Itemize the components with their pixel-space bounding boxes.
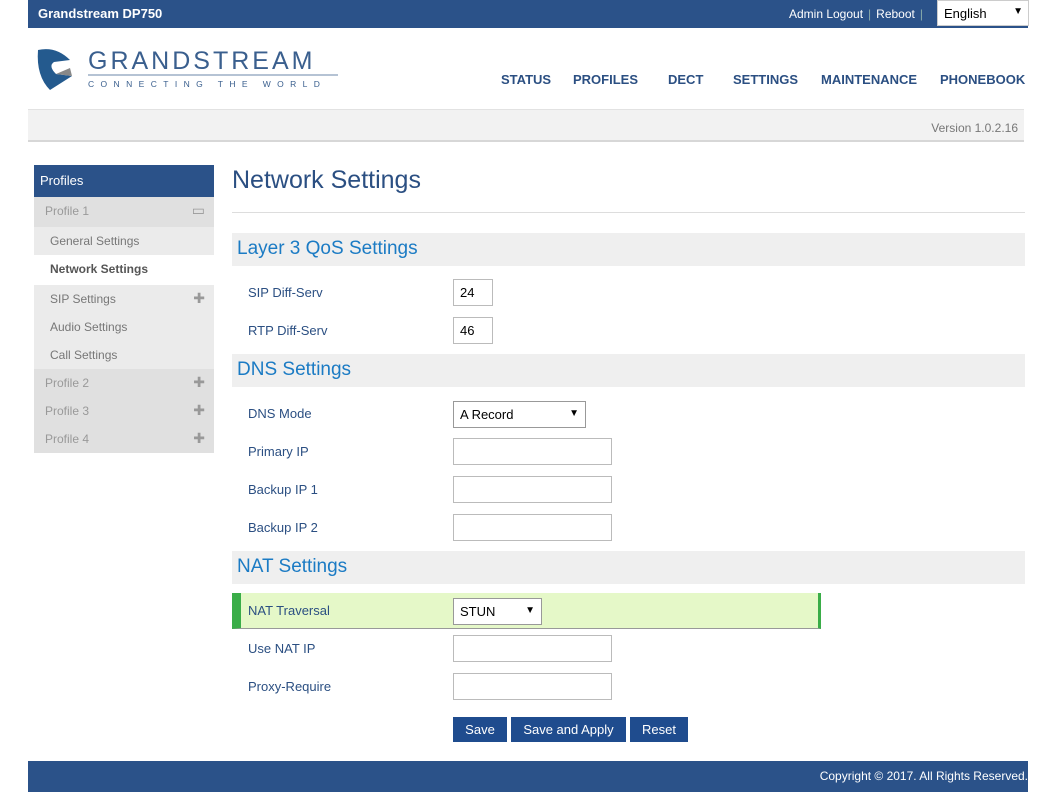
nav-profiles[interactable]: PROFILES	[573, 72, 638, 87]
proxy-require-input[interactable]	[453, 673, 612, 700]
nav-phonebook[interactable]: PHONEBOOK	[940, 72, 1025, 87]
footer: Copyright © 2017. All Rights Reserved.	[28, 761, 1028, 792]
profile-2-label: Profile 2	[45, 376, 90, 390]
nat-traversal-label: NAT Traversal	[248, 603, 330, 618]
nat-traversal-value: STUN	[460, 604, 496, 619]
reboot-link[interactable]: Reboot	[876, 7, 915, 21]
use-nat-ip-input[interactable]	[453, 635, 612, 662]
sidebar-profile-1[interactable]: Profile 1 ▭	[34, 197, 214, 227]
sidebar-item-general-settings[interactable]: General Settings	[34, 227, 214, 255]
page-title: Network Settings	[232, 166, 421, 194]
sidebar-item-network-settings[interactable]: Network Settings	[34, 255, 214, 285]
version-text: Version 1.0.2.16	[931, 121, 1018, 135]
chevron-down-icon: ▼	[1013, 6, 1023, 17]
nav-settings[interactable]: SETTINGS	[733, 72, 798, 87]
sidebar-item-audio-settings[interactable]: Audio Settings	[34, 313, 214, 341]
sidebar-profile-3[interactable]: Profile 3 ✚	[34, 397, 214, 425]
plus-icon[interactable]: ✚	[193, 402, 205, 419]
svg-text:CONNECTING THE WORLD: CONNECTING THE WORLD	[88, 79, 326, 89]
primary-ip-label: Primary IP	[248, 444, 309, 459]
nav-status[interactable]: STATUS	[501, 72, 551, 87]
save-and-apply-button[interactable]: Save and Apply	[511, 717, 626, 742]
save-button[interactable]: Save	[453, 717, 507, 742]
sidebar-item-call-settings[interactable]: Call Settings	[34, 341, 214, 369]
backup-ip-1-input[interactable]	[453, 476, 612, 503]
profile-1-label: Profile 1	[45, 204, 90, 218]
language-select[interactable]: English ▼	[937, 0, 1029, 26]
chevron-down-icon: ▼	[525, 605, 535, 616]
sidebar-item-sip-settings[interactable]: SIP Settings ✚	[34, 285, 214, 313]
copyright: Copyright © 2017. All Rights Reserved.	[819, 769, 1028, 783]
primary-ip-input[interactable]	[453, 438, 612, 465]
sip-settings-label: SIP Settings	[50, 292, 116, 306]
svg-text:GRANDSTREAM: GRANDSTREAM	[88, 47, 315, 75]
divider	[232, 212, 1025, 213]
reset-button[interactable]: Reset	[630, 717, 688, 742]
backup-ip-2-input[interactable]	[453, 514, 612, 541]
version-bar: Version 1.0.2.16	[28, 109, 1024, 142]
backup-ip-2-label: Backup IP 2	[248, 520, 318, 535]
admin-logout-link[interactable]: Admin Logout	[789, 7, 863, 21]
plus-icon[interactable]: ✚	[193, 374, 205, 391]
dns-mode-value: A Record	[460, 407, 514, 422]
minus-icon[interactable]: ▭	[192, 202, 205, 219]
profile-3-label: Profile 3	[45, 404, 90, 418]
top-bar: Grandstream DP750 Admin Logout | Reboot |	[28, 0, 1028, 28]
section-qos: Layer 3 QoS Settings	[232, 233, 1025, 266]
sidebar-profile-2[interactable]: Profile 2 ✚	[34, 369, 214, 397]
section-nat: NAT Settings	[232, 551, 1025, 584]
chevron-down-icon: ▼	[569, 408, 579, 419]
sidebar: Profiles Profile 1 ▭ General Settings Net…	[34, 165, 214, 453]
use-nat-ip-label: Use NAT IP	[248, 641, 316, 656]
sip-diffserv-input[interactable]: 24	[453, 279, 493, 306]
proxy-require-label: Proxy-Require	[248, 679, 332, 694]
nav-maintenance[interactable]: MAINTENANCE	[821, 72, 917, 87]
nav-dect[interactable]: DECT	[668, 72, 703, 87]
rtp-diffserv-input[interactable]: 46	[453, 317, 493, 344]
profile-4-label: Profile 4	[45, 432, 90, 446]
plus-icon[interactable]: ✚	[193, 290, 205, 307]
dns-mode-label: DNS Mode	[248, 406, 312, 421]
dns-mode-select[interactable]: A Record ▼	[453, 401, 586, 428]
language-value: English	[944, 6, 987, 21]
plus-icon[interactable]: ✚	[193, 430, 205, 447]
sip-diffserv-label: SIP Diff-Serv	[248, 285, 323, 300]
rtp-diffserv-label: RTP Diff-Serv	[248, 323, 328, 338]
sidebar-title: Profiles	[34, 165, 214, 197]
section-dns: DNS Settings	[232, 354, 1025, 387]
brand-title: Grandstream DP750	[38, 6, 163, 21]
grandstream-logo: GRANDSTREAM CONNECTING THE WORLD	[36, 46, 346, 99]
nat-traversal-select[interactable]: STUN ▼	[453, 598, 542, 625]
backup-ip-1-label: Backup IP 1	[248, 482, 318, 497]
sidebar-profile-4[interactable]: Profile 4 ✚	[34, 425, 214, 453]
